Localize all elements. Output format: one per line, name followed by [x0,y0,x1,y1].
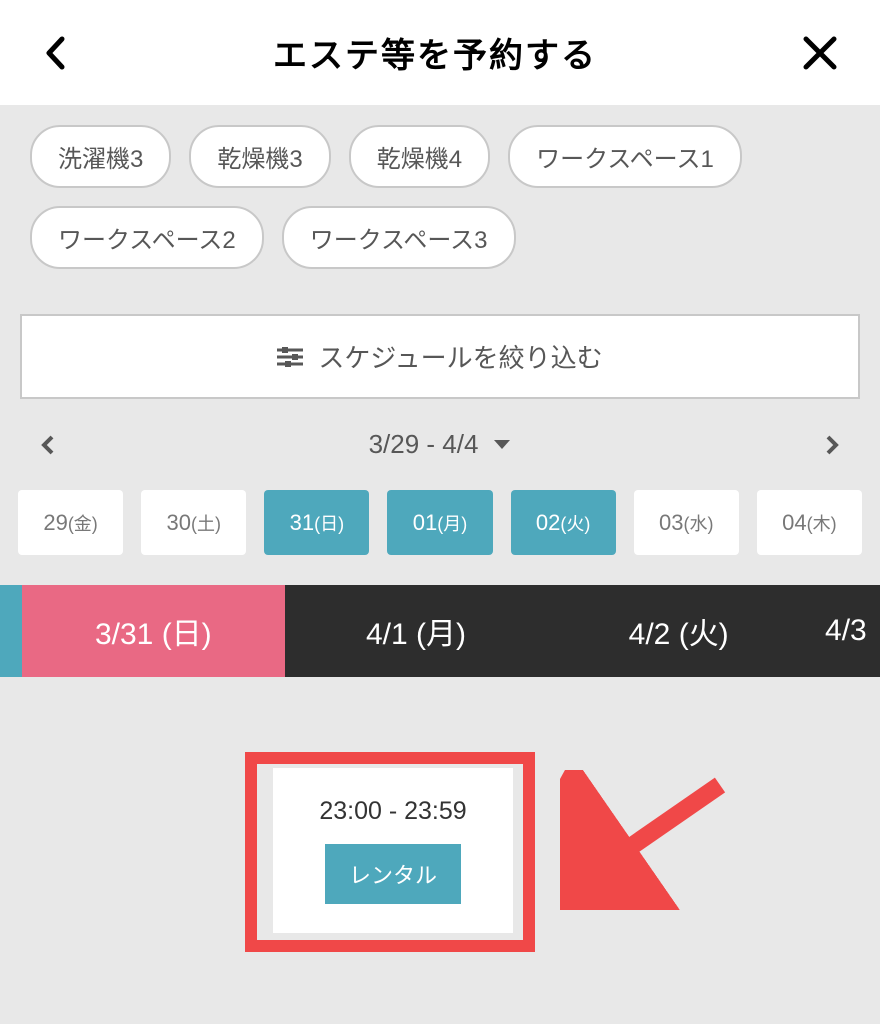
day-tab[interactable]: 29(金) [18,490,123,555]
filter-pill[interactable]: ワークスペース2 [30,206,264,269]
schedule-filter-label: スケジュールを絞り込む [318,338,602,375]
arrow-icon [560,770,740,910]
day-tab[interactable]: 31(日) [264,490,369,555]
close-icon [802,35,838,71]
filter-pill[interactable]: ワークスペース3 [282,206,516,269]
week-range-selector[interactable]: 3/29 - 4/4 [369,429,512,460]
date-strip-day[interactable]: 4/1 (月) [285,585,548,677]
day-tab[interactable]: 04(木) [757,490,862,555]
week-next-button[interactable] [822,435,842,455]
close-button[interactable] [800,33,840,73]
day-tab[interactable]: 01(月) [387,490,492,555]
header: エステ等を予約する [0,0,880,105]
date-strip: 3/31 (日) 4/1 (月) 4/2 (火) 4/3 [0,585,880,677]
chevron-left-icon [45,36,65,70]
day-tab[interactable]: 30(土) [141,490,246,555]
date-strip-day[interactable]: 4/3 [810,585,880,677]
week-prev-button[interactable] [38,435,58,455]
chevron-right-icon [825,435,839,455]
day-tabs: 29(金) 30(土) 31(日) 01(月) 02(火) 03(水) 04(木… [0,490,880,555]
day-tab[interactable]: 03(水) [634,490,739,555]
date-strip-accent [0,585,22,677]
filter-pill[interactable]: 乾燥機3 [189,125,330,188]
date-strip-day[interactable]: 4/2 (火) [547,585,810,677]
filter-pill[interactable]: ワークスペース1 [508,125,742,188]
date-strip-day[interactable]: 3/31 (日) [22,585,285,677]
arrow-annotation [560,770,740,915]
schedule-filter-section: スケジュールを絞り込む [20,314,860,399]
filter-pill[interactable]: 洗濯機3 [30,125,171,188]
back-button[interactable] [40,38,70,68]
schedule-filter-button[interactable]: スケジュールを絞り込む [20,314,860,399]
filter-pills: 洗濯機3 乾燥機3 乾燥機4 ワークスペース1 ワークスペース2 ワークスペース… [0,105,880,279]
chevron-left-icon [41,435,55,455]
week-navigation: 3/29 - 4/4 [0,399,880,490]
week-range-label: 3/29 - 4/4 [369,429,479,460]
sliders-icon [277,345,303,369]
caret-down-icon [493,439,511,451]
filter-pill[interactable]: 乾燥機4 [349,125,490,188]
day-tab[interactable]: 02(火) [511,490,616,555]
highlight-annotation [245,752,535,952]
page-title: エステ等を予約する [273,28,597,77]
